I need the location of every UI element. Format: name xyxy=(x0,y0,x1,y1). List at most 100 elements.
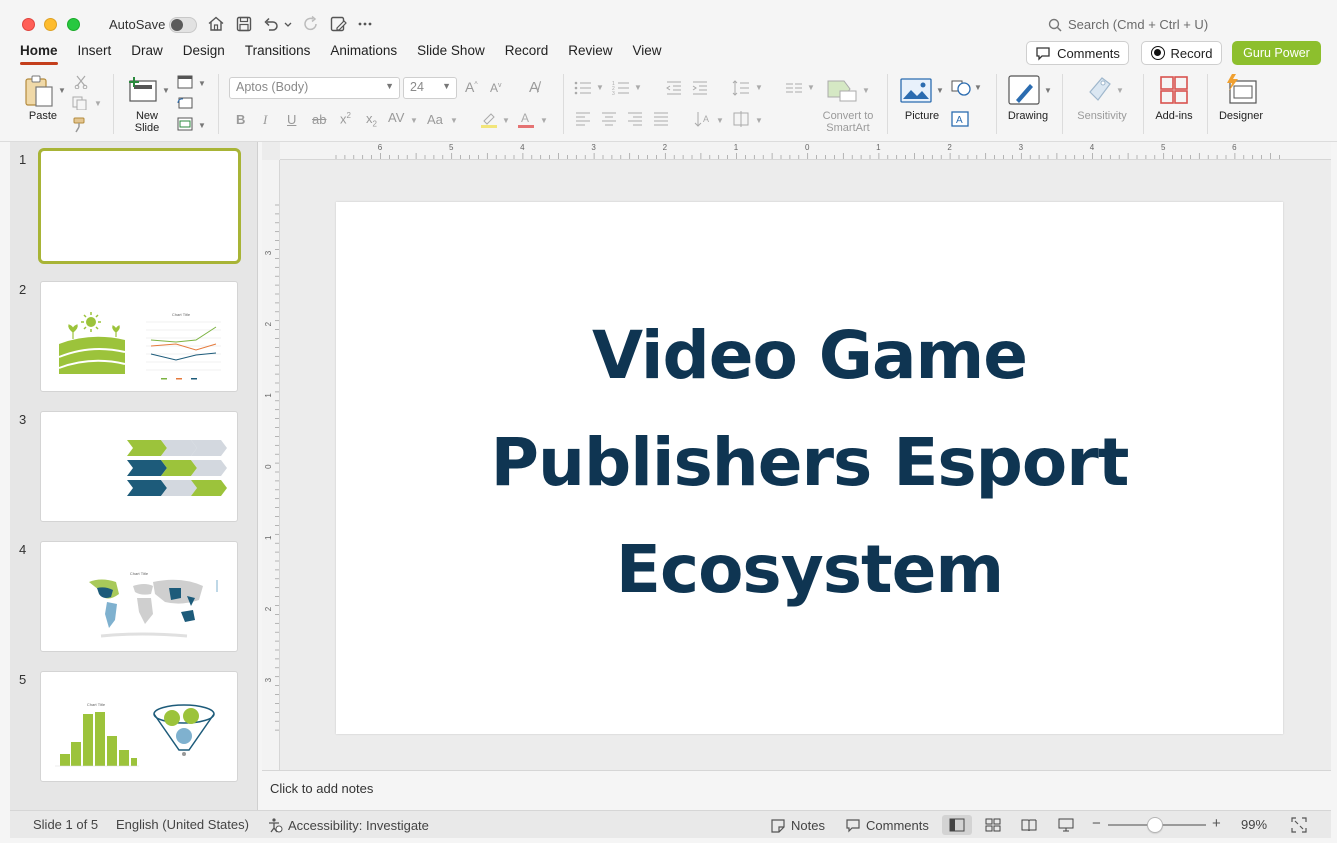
copy-dropdown-icon[interactable]: ▼ xyxy=(94,99,102,108)
slide-sorter-view-button[interactable] xyxy=(978,815,1008,835)
font-name-select[interactable]: Aptos (Body) ▼ xyxy=(229,77,400,99)
autosave-toggle[interactable] xyxy=(169,17,197,33)
undo-icon[interactable] xyxy=(261,14,281,34)
reading-view-button[interactable] xyxy=(1014,815,1044,835)
add-ins-icon[interactable] xyxy=(1159,75,1189,105)
font-size-select[interactable]: 24 ▼ xyxy=(403,77,457,99)
layout-dropdown-icon[interactable]: ▼ xyxy=(198,79,206,88)
notes-pane[interactable]: Click to add notes xyxy=(262,770,1331,810)
comments-button[interactable]: Comments xyxy=(1026,41,1129,65)
customize-save-icon[interactable] xyxy=(328,14,348,34)
zoom-in-button[interactable]: + xyxy=(1212,815,1221,832)
tab-design[interactable]: Design xyxy=(173,42,235,66)
horizontal-ruler[interactable]: 6 5 4 3 2 1 0 1 2 3 4 5 6 xyxy=(280,142,1331,160)
save-icon[interactable] xyxy=(234,14,254,34)
cut-icon[interactable] xyxy=(74,75,88,89)
accessibility-button[interactable]: Accessibility: Investigate xyxy=(267,815,429,835)
case-dropdown-icon[interactable]: ▼ xyxy=(450,116,458,125)
smartart-dropdown-icon[interactable]: ▼ xyxy=(862,86,870,95)
paste-icon[interactable] xyxy=(22,74,58,108)
tab-transitions[interactable]: Transitions xyxy=(235,42,321,66)
character-spacing-icon[interactable]: AV xyxy=(388,110,404,125)
drawing-dropdown-icon[interactable]: ▼ xyxy=(1044,86,1052,95)
slide-thumbnails-panel[interactable]: 1 2 Chart Title 3 4 Chart Title 5 Chart … xyxy=(10,142,258,810)
tab-animations[interactable]: Animations xyxy=(320,42,407,66)
tab-home[interactable]: Home xyxy=(10,42,68,66)
align-right-icon[interactable] xyxy=(627,112,643,126)
current-slide[interactable]: Video Game Publishers Esport Ecosystem xyxy=(336,202,1283,734)
picture-icon[interactable] xyxy=(900,78,932,104)
zoom-level[interactable]: 99% xyxy=(1241,817,1267,832)
search-box[interactable]: Search (Cmd + Ctrl + U) xyxy=(1048,17,1208,32)
close-window-button[interactable] xyxy=(22,18,35,31)
fit-to-window-icon[interactable] xyxy=(1291,817,1307,833)
strikethrough-icon[interactable]: ab xyxy=(312,112,326,127)
tab-slide-show[interactable]: Slide Show xyxy=(407,42,495,66)
copy-icon[interactable] xyxy=(72,96,90,110)
tab-insert[interactable]: Insert xyxy=(68,42,122,66)
text-direction-icon[interactable]: A xyxy=(694,110,712,128)
slide-editor[interactable]: 6 5 4 3 2 1 0 1 2 3 4 5 6 3 2 1 0 1 2 3 Video Game Publish… xyxy=(262,142,1331,770)
text-direction-dropdown-icon[interactable]: ▼ xyxy=(716,116,724,125)
bullets-icon[interactable] xyxy=(574,80,592,96)
align-text-icon[interactable] xyxy=(732,110,750,128)
smartart-icon[interactable] xyxy=(826,77,858,103)
line-spacing-icon[interactable] xyxy=(732,80,750,96)
home-icon[interactable] xyxy=(206,14,226,34)
text-box-icon[interactable]: A xyxy=(951,111,969,127)
slide-thumbnail-1[interactable] xyxy=(38,148,241,264)
sensitivity-icon[interactable] xyxy=(1086,74,1114,104)
superscript-icon[interactable]: x2 xyxy=(340,111,351,126)
section-icon[interactable] xyxy=(177,117,193,131)
tab-draw[interactable]: Draw xyxy=(121,42,173,66)
minimize-window-button[interactable] xyxy=(44,18,57,31)
slide-thumbnail-2[interactable]: Chart Title xyxy=(40,281,238,392)
language-indicator[interactable]: English (United States) xyxy=(116,817,249,832)
tab-review[interactable]: Review xyxy=(558,42,622,66)
picture-dropdown-icon[interactable]: ▼ xyxy=(936,86,944,95)
slide-thumbnail-4[interactable]: Chart Title xyxy=(40,541,238,652)
bullets-dropdown-icon[interactable]: ▼ xyxy=(596,83,604,92)
guru-power-button[interactable]: Guru Power xyxy=(1232,41,1321,65)
new-slide-icon[interactable] xyxy=(126,75,160,103)
align-center-icon[interactable] xyxy=(601,112,617,126)
zoom-slider-handle[interactable] xyxy=(1147,817,1163,833)
shapes-dropdown-icon[interactable]: ▼ xyxy=(974,83,982,92)
comments-toggle-button[interactable]: Comments xyxy=(845,815,929,835)
redo-icon[interactable] xyxy=(301,14,321,34)
vertical-ruler[interactable]: 3 2 1 0 1 2 3 xyxy=(262,160,280,770)
align-left-icon[interactable] xyxy=(575,112,591,126)
increase-font-size-icon[interactable]: A^ xyxy=(465,79,478,95)
drawing-icon[interactable] xyxy=(1008,74,1042,106)
paste-dropdown-icon[interactable]: ▼ xyxy=(58,86,66,95)
normal-view-button[interactable] xyxy=(942,815,972,835)
highlight-dropdown-icon[interactable]: ▼ xyxy=(502,116,510,125)
notes-toggle-button[interactable]: Notes xyxy=(770,815,825,835)
tab-record[interactable]: Record xyxy=(495,42,559,66)
line-spacing-dropdown-icon[interactable]: ▼ xyxy=(755,83,763,92)
subscript-icon[interactable]: x2 xyxy=(366,111,377,129)
spacing-dropdown-icon[interactable]: ▼ xyxy=(410,116,418,125)
highlight-icon[interactable] xyxy=(480,110,498,128)
undo-dropdown-icon[interactable] xyxy=(282,14,294,34)
slide-show-view-button[interactable] xyxy=(1051,815,1081,835)
shapes-icon[interactable] xyxy=(951,79,971,97)
designer-icon[interactable] xyxy=(1224,73,1258,105)
zoom-out-button[interactable]: − xyxy=(1092,815,1101,832)
more-options-icon[interactable] xyxy=(355,14,375,34)
font-color-dropdown-icon[interactable]: ▼ xyxy=(540,116,548,125)
underline-icon[interactable]: U xyxy=(287,112,296,127)
format-painter-icon[interactable] xyxy=(72,117,90,133)
section-dropdown-icon[interactable]: ▼ xyxy=(198,121,206,130)
justify-icon[interactable] xyxy=(653,112,669,126)
sensitivity-dropdown-icon[interactable]: ▼ xyxy=(1116,86,1124,95)
slide-title[interactable]: Video Game Publishers Esport Ecosystem xyxy=(426,302,1193,623)
record-button[interactable]: Record xyxy=(1141,41,1222,65)
tab-view[interactable]: View xyxy=(623,42,672,66)
change-case-icon[interactable]: Aa xyxy=(427,112,443,127)
increase-indent-icon[interactable] xyxy=(692,80,708,96)
columns-icon[interactable] xyxy=(785,82,803,94)
slide-thumbnail-5[interactable]: Chart Title xyxy=(40,671,238,782)
font-color-icon[interactable]: A xyxy=(517,110,535,128)
bold-icon[interactable]: B xyxy=(236,112,245,127)
